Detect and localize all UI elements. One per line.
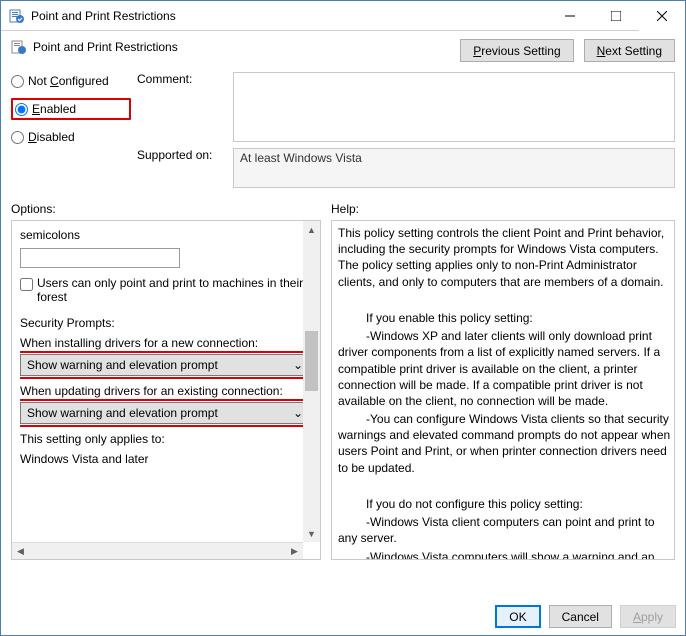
scroll-left-icon[interactable]: ◀: [12, 543, 29, 560]
help-text: -Windows XP and later clients will only …: [338, 328, 672, 409]
chevron-down-icon: ⌄: [293, 406, 303, 420]
options-vertical-scrollbar[interactable]: ▲ ▼: [303, 221, 320, 542]
radio-disabled[interactable]: Disabled: [11, 130, 131, 144]
comment-textarea[interactable]: [233, 72, 675, 142]
policy-icon: [9, 8, 25, 24]
options-horizontal-scrollbar[interactable]: ◀ ▶: [12, 542, 303, 559]
comment-label: Comment:: [137, 72, 227, 86]
scroll-up-icon[interactable]: ▲: [303, 221, 320, 238]
radio-enabled[interactable]: Enabled: [15, 102, 123, 116]
help-text: This policy setting controls the client …: [338, 225, 672, 290]
chevron-down-icon: ⌄: [293, 358, 303, 372]
apply-button: Apply: [620, 605, 676, 628]
ok-button[interactable]: OK: [495, 605, 540, 628]
help-text: If you enable this policy setting:: [338, 310, 672, 326]
applies-to-label: This setting only applies to:: [20, 432, 318, 446]
scroll-down-icon[interactable]: ▼: [303, 525, 320, 542]
cancel-button[interactable]: Cancel: [549, 605, 612, 628]
options-fragment-top: semicolons: [20, 227, 318, 244]
page-title: Point and Print Restrictions: [33, 40, 178, 54]
update-drivers-label: When updating drivers for an existing co…: [20, 384, 318, 398]
dialog-footer: OK Cancel Apply: [0, 597, 686, 636]
highlight-enabled: Enabled: [11, 98, 131, 120]
security-prompts-label: Security Prompts:: [20, 316, 318, 330]
minimize-button[interactable]: [547, 1, 593, 31]
supported-label: Supported on:: [137, 148, 227, 162]
help-panel[interactable]: This policy setting controls the client …: [331, 220, 675, 560]
help-label: Help:: [331, 202, 675, 216]
help-text: -Windows Vista client computers can poin…: [338, 514, 672, 546]
forest-checkbox-label: Users can only point and print to machin…: [37, 276, 318, 304]
applies-to-value: Windows Vista and later: [20, 452, 318, 466]
policy-icon: [11, 39, 27, 55]
previous-setting-button[interactable]: Previous Setting: [460, 39, 573, 62]
maximize-button[interactable]: [593, 1, 639, 31]
help-text: If you do not configure this policy sett…: [338, 496, 672, 512]
titlebar: Point and Print Restrictions: [1, 1, 685, 31]
forest-checkbox[interactable]: [20, 278, 33, 291]
window-title: Point and Print Restrictions: [31, 9, 547, 23]
install-drivers-select[interactable]: Show warning and elevation prompt ⌄: [20, 354, 308, 376]
supported-on-value: At least Windows Vista: [233, 148, 675, 188]
options-label: Options:: [11, 202, 321, 216]
scroll-thumb[interactable]: [305, 331, 318, 391]
scroll-right-icon[interactable]: ▶: [286, 543, 303, 560]
install-drivers-label: When installing drivers for a new connec…: [20, 336, 318, 350]
radio-not-configured[interactable]: Not Configured: [11, 74, 131, 88]
options-panel: semicolons Users can only point and prin…: [11, 220, 321, 560]
next-setting-button[interactable]: Next Setting: [584, 39, 675, 62]
update-drivers-select[interactable]: Show warning and elevation prompt ⌄: [20, 402, 308, 424]
help-text: -You can configure Windows Vista clients…: [338, 411, 672, 476]
servers-input[interactable]: [20, 248, 180, 268]
help-text: -Windows Vista computers will show a war…: [338, 549, 672, 560]
close-button[interactable]: [639, 1, 685, 31]
